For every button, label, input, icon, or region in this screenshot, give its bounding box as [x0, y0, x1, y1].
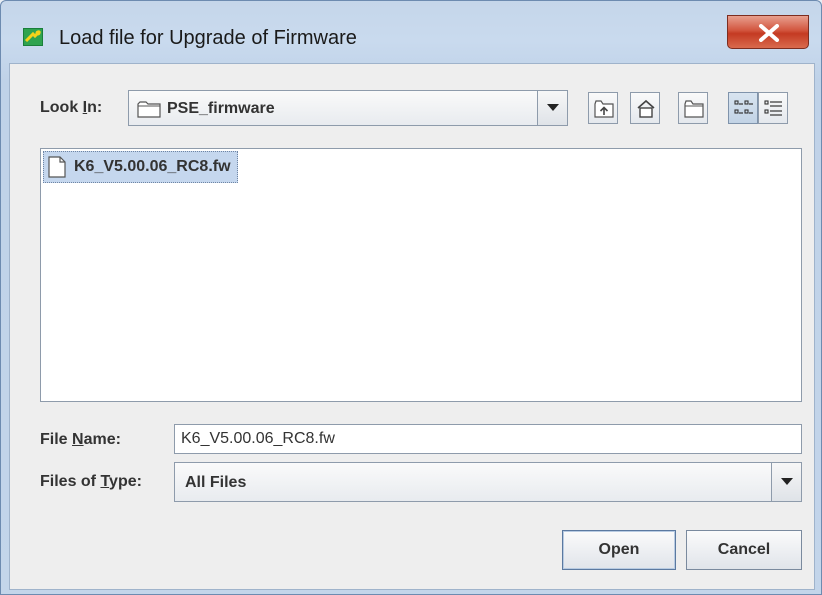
- folder-icon: [137, 101, 161, 118]
- file-dialog-window: Load file for Upgrade of Firmware Look I…: [0, 0, 822, 595]
- up-one-level-icon: [594, 100, 614, 118]
- list-view-button[interactable]: [728, 92, 758, 124]
- file-type-label: Files of Type:: [40, 473, 142, 490]
- chevron-down-icon: [547, 104, 559, 111]
- cancel-button[interactable]: Cancel: [686, 530, 802, 570]
- file-name-text: K6_V5.00.06_RC8.fw: [74, 158, 231, 175]
- file-name-label: File Name:: [40, 431, 121, 448]
- file-list-item[interactable]: K6_V5.00.06_RC8.fw: [43, 151, 238, 183]
- file-list[interactable]: K6_V5.00.06_RC8.fw: [40, 148, 802, 402]
- firmware-app-icon: [23, 28, 43, 46]
- chevron-down-icon: [781, 478, 793, 485]
- new-folder-icon: [684, 100, 704, 118]
- close-button[interactable]: [727, 15, 809, 49]
- home-button[interactable]: [630, 92, 660, 124]
- title-bar[interactable]: Load file for Upgrade of Firmware: [1, 1, 821, 61]
- file-icon: [48, 156, 66, 178]
- details-view-icon: [764, 100, 782, 116]
- close-x-icon: [759, 24, 779, 42]
- file-type-value: All Files: [185, 474, 247, 491]
- details-view-button[interactable]: [758, 92, 788, 124]
- file-type-dropdown-button[interactable]: [771, 463, 801, 501]
- file-name-input[interactable]: [174, 424, 802, 454]
- up-one-level-button[interactable]: [588, 92, 618, 124]
- list-view-icon: [734, 100, 753, 114]
- look-in-dropdown-button[interactable]: [537, 91, 567, 125]
- look-in-label: Look In:: [40, 99, 103, 116]
- look-in-combo[interactable]: PSE_firmware: [128, 90, 568, 126]
- window-title: Load file for Upgrade of Firmware: [59, 27, 357, 49]
- open-button[interactable]: Open: [562, 530, 676, 570]
- new-folder-button[interactable]: [678, 92, 708, 124]
- look-in-value: PSE_firmware: [167, 100, 275, 117]
- home-icon: [637, 99, 655, 118]
- file-type-combo[interactable]: All Files: [174, 462, 802, 502]
- dialog-body: Look In: PSE_firmware K6_V5.00.06_RC8.fw…: [9, 63, 815, 590]
